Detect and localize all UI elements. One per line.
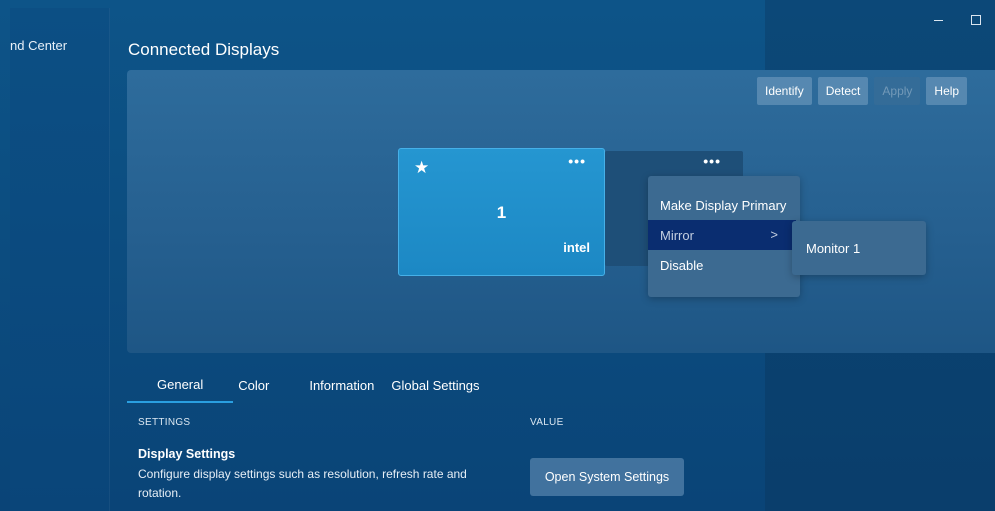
help-button[interactable]: Help [926, 77, 968, 105]
display-context-menu: Make Display Primary Mirror > Disable [648, 176, 800, 297]
submenu-item-label: Monitor 1 [806, 240, 861, 256]
tab-general[interactable]: General [127, 367, 234, 403]
detect-button[interactable]: Detect [817, 77, 869, 105]
monitor-number: 1 [496, 203, 507, 222]
menu-item-label: Make Display Primary [660, 197, 787, 213]
tab-color[interactable]: Color [233, 367, 284, 403]
maximize-icon[interactable] [957, 6, 995, 34]
primary-monitor-tile[interactable]: ★ ••• 1 intel [398, 148, 605, 276]
display-toolbar: Identify Detect Apply Help [757, 77, 968, 105]
more-options-icon[interactable]: ••• [703, 153, 721, 169]
minimize-icon[interactable] [919, 6, 957, 34]
intel-logo: intel [563, 240, 590, 255]
mirror-submenu-item-monitor-1[interactable]: Monitor 1 [792, 221, 926, 275]
menu-item-make-primary[interactable]: Make Display Primary [648, 190, 800, 220]
star-icon: ★ [414, 158, 430, 177]
open-system-settings-button[interactable]: Open System Settings [530, 458, 684, 496]
app-window: nd Center Connected Displays Identify De… [0, 0, 995, 511]
setting-description: Configure display settings such as resol… [138, 467, 467, 500]
value-column-header: VALUE [530, 417, 564, 428]
more-options-icon[interactable]: ••• [568, 153, 586, 169]
menu-item-label: Mirror [660, 227, 694, 243]
setting-title: Display Settings [138, 447, 236, 461]
apply-button[interactable]: Apply [874, 77, 921, 105]
menu-item-disable[interactable]: Disable [648, 250, 800, 280]
sidebar: nd Center [10, 8, 110, 511]
menu-item-mirror[interactable]: Mirror > [648, 220, 796, 250]
tab-information[interactable]: Information [284, 367, 389, 403]
menu-item-label: Disable [660, 257, 704, 273]
identify-button[interactable]: Identify [757, 77, 812, 105]
window-controls [919, 6, 995, 36]
chevron-right-icon: > [770, 227, 778, 242]
tab-global-settings[interactable]: Global Settings [389, 367, 494, 403]
settings-tabs: General Color Information Global Setting… [127, 367, 495, 403]
settings-column-header: SETTINGS [138, 417, 191, 428]
sidebar-app-title: nd Center [10, 38, 68, 53]
page-title: Connected Displays [128, 40, 280, 59]
